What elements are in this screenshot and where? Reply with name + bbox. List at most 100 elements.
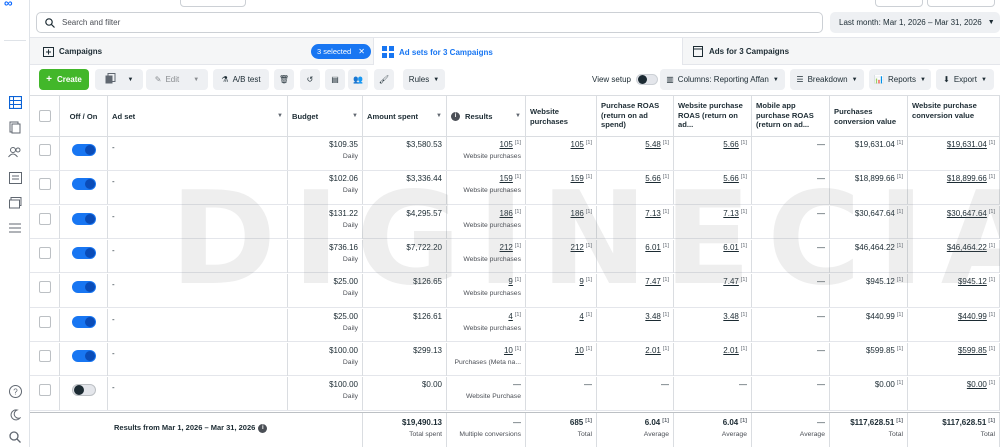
roas-cell[interactable]: 6.01 [1] — [597, 239, 674, 273]
roas-value[interactable]: 7.13 — [645, 209, 661, 218]
delivery-toggle[interactable] — [72, 384, 96, 397]
ad-set-name[interactable]: - — [112, 383, 115, 392]
results-cell[interactable]: 186 [1] Website purchases — [447, 205, 526, 239]
wp-value[interactable]: 212 — [571, 243, 584, 252]
wroas-cell[interactable]: 5.66 [1] — [674, 137, 752, 170]
results-cell[interactable]: 9 [1] Website purchases — [447, 274, 526, 308]
header-purchases-conversion-value[interactable]: Purchases conversion value — [830, 96, 908, 137]
wp-cell[interactable]: 10 [1] — [526, 342, 597, 376]
search-rail-icon[interactable] — [7, 429, 23, 445]
wroas-value[interactable]: 5.66 — [723, 140, 739, 149]
wroas-cell[interactable]: — — [674, 377, 752, 411]
wp-cell[interactable]: 9 [1] — [526, 274, 597, 308]
results-value[interactable]: 4 — [508, 312, 512, 321]
delivery-toggle[interactable] — [72, 281, 96, 294]
budget-cell[interactable]: $131.22 Daily — [288, 205, 363, 239]
row-checkbox[interactable] — [39, 212, 51, 225]
wp-cell[interactable]: 159 [1] — [526, 171, 597, 205]
date-range-picker[interactable]: Last month: Mar 1, 2026 – Mar 31, 2026 ▼ — [830, 12, 1000, 33]
row-checkbox[interactable] — [39, 315, 51, 328]
ad-set-name[interactable]: - — [112, 246, 115, 255]
delivery-toggle[interactable] — [72, 315, 96, 328]
wp-cell[interactable]: 212 [1] — [526, 239, 597, 273]
budget-cell[interactable]: $102.06 Daily — [288, 171, 363, 205]
wroas-cell[interactable]: 2.01 [1] — [674, 342, 752, 376]
wp-value[interactable]: 4 — [579, 312, 583, 321]
wroas-cell[interactable]: 6.01 [1] — [674, 239, 752, 273]
wp-cell[interactable]: 4 [1] — [526, 308, 597, 342]
results-value[interactable]: 9 — [508, 277, 512, 286]
wcv-cell[interactable]: $46,464.22 [1] — [908, 239, 1000, 273]
audiences-icon[interactable] — [7, 144, 23, 160]
roas-cell[interactable]: 5.48 [1] — [597, 137, 674, 170]
budget-cell[interactable]: $100.00 Daily — [288, 342, 363, 376]
sort-icon[interactable]: ▼ — [436, 112, 442, 122]
roas-cell[interactable]: 2.01 [1] — [597, 342, 674, 376]
wcv-value[interactable]: $30,647.64 — [947, 209, 987, 218]
budget-cell[interactable]: $25.00 Daily — [288, 274, 363, 308]
ad-set-name[interactable]: - — [112, 212, 115, 221]
roas-value[interactable]: 5.48 — [645, 140, 661, 149]
results-value[interactable]: 105 — [500, 140, 513, 149]
wroas-cell[interactable]: 7.47 [1] — [674, 274, 752, 308]
selected-count-badge[interactable]: 3 selected ✕ — [311, 44, 371, 59]
meta-logo[interactable]: ∞ — [4, 0, 26, 10]
ad-set-name-cell[interactable]: - — [108, 342, 288, 376]
wroas-value[interactable]: 6.01 — [723, 243, 739, 252]
header-results[interactable]: i Results ▼ — [447, 96, 526, 137]
view-setup-switch[interactable] — [636, 74, 658, 85]
pages-icon[interactable] — [7, 119, 23, 135]
wroas-cell[interactable]: 7.13 [1] — [674, 205, 752, 239]
table-row[interactable]: - $25.00 Daily $126.65 9 [1] Website purchases… — [30, 274, 1000, 308]
table-row[interactable]: - $25.00 Daily $126.61 4 [1] Website purchases… — [30, 308, 1000, 342]
search-input[interactable]: Search and filter — [36, 12, 823, 33]
wp-value[interactable]: 105 — [571, 140, 584, 149]
share-button[interactable]: 👥 — [348, 69, 368, 90]
roas-value[interactable]: 2.01 — [645, 346, 661, 355]
row-checkbox[interactable] — [39, 281, 51, 294]
wp-value[interactable]: 9 — [579, 277, 583, 286]
wroas-cell[interactable]: 5.66 [1] — [674, 171, 752, 205]
ad-set-name[interactable]: - — [112, 177, 115, 186]
sort-icon[interactable]: ▼ — [515, 112, 521, 122]
ad-set-name-cell[interactable]: - — [108, 137, 288, 170]
header-budget[interactable]: Budget ▼ — [288, 96, 363, 137]
view-setup-toggle[interactable]: View setup — [592, 74, 658, 85]
header-website-purchase-conversion-value[interactable]: Website purchase conversion value — [908, 96, 1000, 137]
delivery-toggle[interactable] — [72, 349, 96, 362]
wp-cell[interactable]: 105 [1] — [526, 137, 597, 170]
wp-value[interactable]: 186 — [571, 209, 584, 218]
header-off-on[interactable]: Off / On — [60, 96, 108, 137]
table-row[interactable]: - $102.06 Daily $3,336.44 159 [1] Website purc… — [30, 171, 1000, 205]
header-mobile-app-roas[interactable]: Mobile app purchase ROAS (return on ad..… — [752, 96, 830, 137]
wcv-cell[interactable]: $440.99 [1] — [908, 308, 1000, 342]
row-checkbox[interactable] — [39, 384, 51, 397]
reports-button[interactable]: 📊 Reports ▼ — [869, 69, 931, 90]
columns-button[interactable]: ▥ Columns: Reporting Affan ▼ — [660, 69, 785, 90]
ad-set-name-cell[interactable]: - — [108, 377, 288, 411]
tab-campaigns[interactable]: Campaigns 3 selected ✕ — [42, 38, 372, 65]
wcv-value[interactable]: $945.12 — [958, 277, 987, 286]
results-cell[interactable]: 159 [1] Website purchases — [447, 171, 526, 205]
row-checkbox[interactable] — [39, 349, 51, 362]
ad-set-name[interactable]: - — [112, 315, 115, 324]
ad-set-name-cell[interactable]: - — [108, 171, 288, 205]
roas-cell[interactable]: 5.66 [1] — [597, 171, 674, 205]
header-amount-spent[interactable]: Amount spent ▼ — [363, 96, 447, 137]
ad-set-name-cell[interactable]: - — [108, 205, 288, 239]
roas-cell[interactable]: 7.47 [1] — [597, 274, 674, 308]
wcv-cell[interactable]: $30,647.64 [1] — [908, 205, 1000, 239]
budget-cell[interactable]: $736.16 Daily — [288, 239, 363, 273]
wp-value[interactable]: 10 — [575, 346, 584, 355]
results-cell[interactable]: — Website Purchase — [447, 377, 526, 411]
wroas-value[interactable]: 3.48 — [723, 312, 739, 321]
catalog-icon[interactable] — [7, 170, 23, 186]
help-icon[interactable]: ? — [7, 383, 23, 399]
wcv-value[interactable]: $46,464.22 — [947, 243, 987, 252]
info-icon[interactable]: i — [451, 112, 460, 121]
sort-icon[interactable]: ▼ — [277, 112, 283, 122]
results-value[interactable]: 10 — [504, 346, 513, 355]
roas-value[interactable]: 6.01 — [645, 243, 661, 252]
export-button[interactable]: ⬇ Export ▼ — [936, 69, 994, 90]
wroas-value[interactable]: 7.13 — [723, 209, 739, 218]
